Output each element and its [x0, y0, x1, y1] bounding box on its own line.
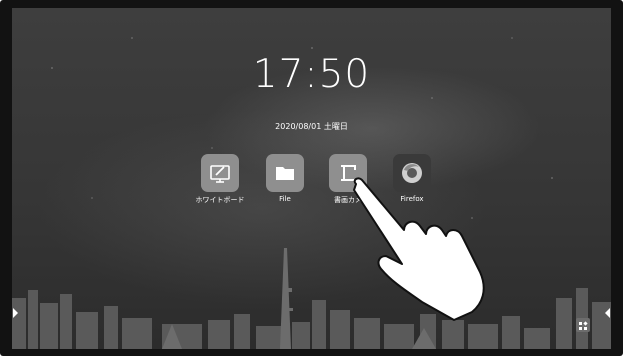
display-bezel: 17:50 2020/08/01 土曜日 ホワイトボード File 書画カメ F…: [0, 0, 623, 356]
app-whiteboard-label: ホワイトボード: [195, 196, 245, 204]
home-screen: 17:50 2020/08/01 土曜日 ホワイトボード File 書画カメ F…: [12, 8, 611, 349]
chevron-right-icon[interactable]: [12, 306, 20, 320]
app-file-label: File: [279, 195, 291, 203]
folder-icon: [266, 154, 304, 192]
city-skyline-illustration: [12, 248, 611, 349]
app-file[interactable]: File: [255, 154, 315, 203]
chevron-left-icon[interactable]: [603, 306, 611, 320]
clock-time: 17:50: [252, 52, 371, 97]
pointing-hand-icon: [353, 177, 485, 321]
app-whiteboard[interactable]: ホワイトボード: [190, 154, 250, 205]
clock-date: 2020/08/01 土曜日: [275, 122, 348, 131]
widget-grid-icon[interactable]: [576, 318, 590, 332]
whiteboard-icon: [201, 154, 239, 192]
